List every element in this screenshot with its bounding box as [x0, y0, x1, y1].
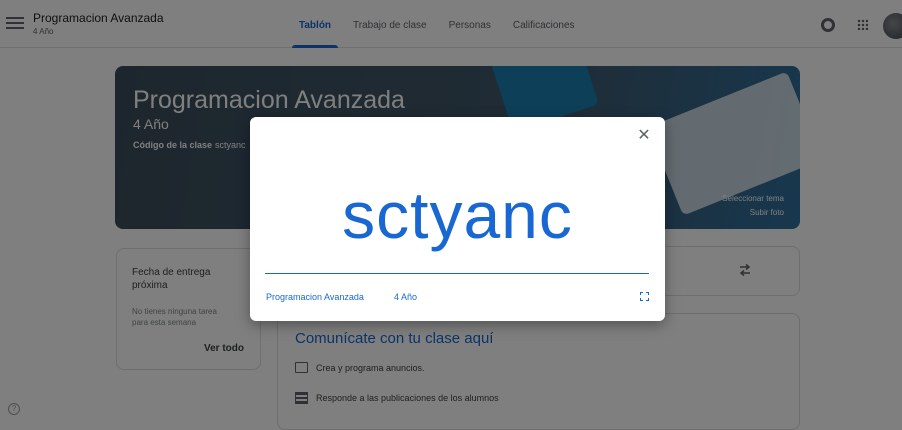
dialog-class-code: sctyanc	[342, 178, 573, 252]
dialog-class-section: 4 Año	[394, 292, 418, 302]
class-code-dialog: ✕ sctyanc Programacion Avanzada 4 Año	[250, 117, 665, 321]
close-icon[interactable]: ✕	[635, 127, 653, 145]
divider	[265, 273, 649, 274]
dialog-class-name: Programacion Avanzada	[266, 292, 364, 302]
fullscreen-icon[interactable]	[640, 292, 649, 301]
